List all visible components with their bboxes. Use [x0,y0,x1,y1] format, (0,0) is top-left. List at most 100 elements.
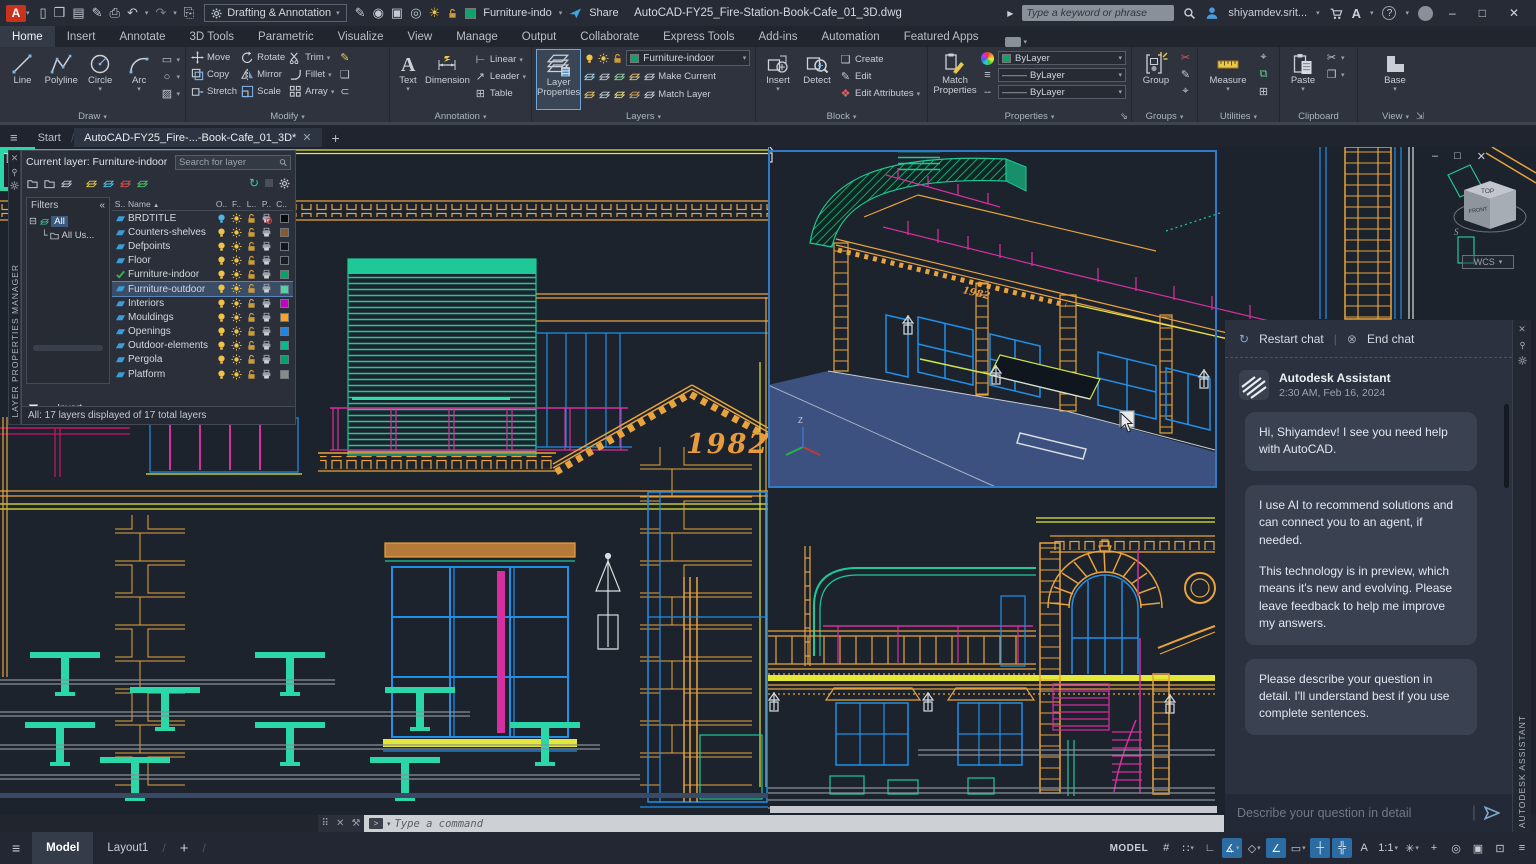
unlock-icon[interactable] [447,8,458,19]
polar-tracking-icon[interactable]: ∡ ▾ [1222,838,1243,858]
layer-row[interactable]: Platform [112,367,293,381]
column-name[interactable]: Name ▲ [128,199,214,209]
groups-panel-label[interactable]: Groups ▾ [1132,111,1197,122]
restart-chat-button[interactable]: Restart chat [1259,332,1324,346]
view-panel-expand-icon[interactable]: ⇲ [1416,111,1424,122]
make-current-button[interactable]: Make Current [644,69,716,84]
close-drawing-icon[interactable]: ✕ [302,131,311,144]
tab-visualize[interactable]: Visualize [326,26,396,47]
batch-print-icon[interactable]: ⎘ [184,5,194,21]
tab-express-tools[interactable]: Express Tools [651,26,746,47]
dynamic-input-icon[interactable]: ∠ [1266,838,1287,858]
group-button[interactable]: Group [1137,50,1175,109]
copy-clip-button[interactable]: ❐ ▾ [1325,67,1345,82]
trim-button[interactable]: Trim ▾ [289,50,334,65]
new-group-filter-icon[interactable] [44,178,55,189]
undo-dropdown-icon[interactable]: ▾ [145,9,149,17]
filter-tree-all-used[interactable]: └ All Us... [29,230,107,241]
new-layer-vp-frozen-icon[interactable] [103,178,114,189]
assistant-close-icon[interactable]: ✕ [1518,324,1526,335]
sun-icon[interactable]: ☀ [429,5,441,21]
modify-panel-label[interactable]: Modify ▾ [186,111,389,122]
wcs-dropdown[interactable]: WCS ▾ [1462,255,1514,269]
view-panel-label[interactable]: View ▾ ⇲ [1358,111,1448,122]
layout1-tab[interactable]: Layout1 [93,832,162,864]
help-icon[interactable]: ? [1382,6,1397,20]
selection-cycling-icon[interactable]: ▭ ▾ [1288,838,1308,858]
snap-icon[interactable]: ∷ ▾ [1178,838,1198,858]
new-layer-icon[interactable] [86,178,97,189]
search-icon[interactable] [1183,7,1196,20]
layer-row[interactable]: Interiors [112,296,293,310]
measure-button[interactable]: Measure ▾ [1203,50,1253,109]
doc-close-icon[interactable]: ✕ [1477,150,1486,163]
assistant-icon[interactable] [1418,5,1433,21]
new-property-filter-icon[interactable] [27,178,38,189]
layer-row[interactable]: Floor [112,254,293,268]
undo-icon[interactable]: ↶ [127,5,138,21]
utilities-panel-label[interactable]: Utilities ▾ [1198,111,1279,122]
paste-button[interactable]: Paste ▾ [1285,50,1321,109]
refresh-icon[interactable]: ↻ [249,176,259,190]
layer-off-icon[interactable] [584,71,595,82]
dialog-launcher-icon[interactable]: ⇘ [1120,111,1128,122]
move-button[interactable]: Move [191,50,237,65]
filters-scrollbar[interactable] [33,345,103,351]
quick-select-button[interactable]: ⧉ [1257,67,1270,82]
toggle-override-icon[interactable] [265,179,273,187]
viewcube-top-label[interactable]: TOP [1481,188,1494,195]
edit-attributes-button[interactable]: ❖ Edit Attributes ▾ [839,86,921,101]
autocad-logo[interactable]: A [6,4,26,22]
fillet-button[interactable]: Fillet ▾ [289,67,334,82]
app-store-cart-icon[interactable] [1329,7,1343,20]
linetype-dropdown[interactable]: ——— ByLayer ▾ [998,85,1126,99]
layer-isolate-icon[interactable] [599,71,610,82]
ribbon-display-toggle[interactable]: ▾ [999,37,1034,47]
table-button[interactable]: ⊞ Table [474,86,526,101]
annotation-panel-label[interactable]: Annotation ▾ [390,111,531,122]
array-button[interactable]: Array ▾ [289,84,334,99]
quick-calc-button[interactable]: ⊞ [1257,84,1270,99]
doc-search-icon[interactable]: ◎ [410,5,421,21]
logo-dropdown-icon[interactable]: ▾ [26,9,30,17]
base-button[interactable]: Base ▾ [1375,50,1415,109]
restart-chat-icon[interactable]: ↻ [1239,332,1249,346]
annotation-scale-button[interactable]: 1:1 ▾ [1376,838,1400,858]
isodraft-icon[interactable]: ◇ ▾ [1244,838,1264,858]
layer-row[interactable]: BRDTITLE [112,211,293,225]
viewcube-south-label[interactable]: S [1454,227,1459,237]
layer-properties-button[interactable]: Layer Properties [535,49,582,110]
cmd-tools-icon[interactable]: ⚒ [351,818,360,829]
dimension-button[interactable]: Dimension [425,50,470,109]
ellipse-button[interactable]: ○ ▾ [161,69,180,84]
layer-row[interactable]: Mouldings [112,310,293,324]
viewport-scrollbar[interactable] [770,806,1217,813]
tab-3d-tools[interactable]: 3D Tools [178,26,247,47]
print-icon[interactable]: ⎙ [110,5,120,21]
autodesk-a-icon[interactable]: A [1352,6,1361,21]
minimize-button[interactable]: ‒ [1442,6,1463,20]
search-expand-icon[interactable]: ▶ [1007,9,1013,18]
tab-parametric[interactable]: Parametric [246,26,326,47]
scale-button[interactable]: Scale [241,84,285,99]
user-avatar-icon[interactable] [1205,6,1219,20]
tab-output[interactable]: Output [510,26,569,47]
lpm-close-icon[interactable]: ✕ [11,153,19,164]
create-block-button[interactable]: ❑ Create [839,52,920,67]
doc-minimize-icon[interactable]: ‒ [1432,150,1438,163]
layer-row[interactable]: Pergola [112,353,293,367]
redo-icon[interactable]: ↷ [155,5,166,21]
layer-freeze-icon[interactable] [614,71,625,82]
settings-gear-icon[interactable]: ✳ ▾ [1402,838,1422,858]
hatch-button[interactable]: ▨ ▾ [161,86,180,101]
settings-gear-icon[interactable] [279,178,290,189]
keyword-search-input[interactable] [1026,7,1171,19]
tab-featured-apps[interactable]: Featured Apps [892,26,991,47]
tab-add-ins[interactable]: Add-ins [747,26,810,47]
set-current-layer-icon[interactable] [137,178,148,189]
explode-button[interactable]: ❏ [338,67,351,82]
group-edit-button[interactable]: ✎ [1179,67,1192,82]
osnap-3d-icon[interactable]: ╬ [1332,838,1353,858]
lineweight-dropdown[interactable]: ——— ByLayer ▾ [998,68,1126,82]
tab-insert[interactable]: Insert [55,26,108,47]
